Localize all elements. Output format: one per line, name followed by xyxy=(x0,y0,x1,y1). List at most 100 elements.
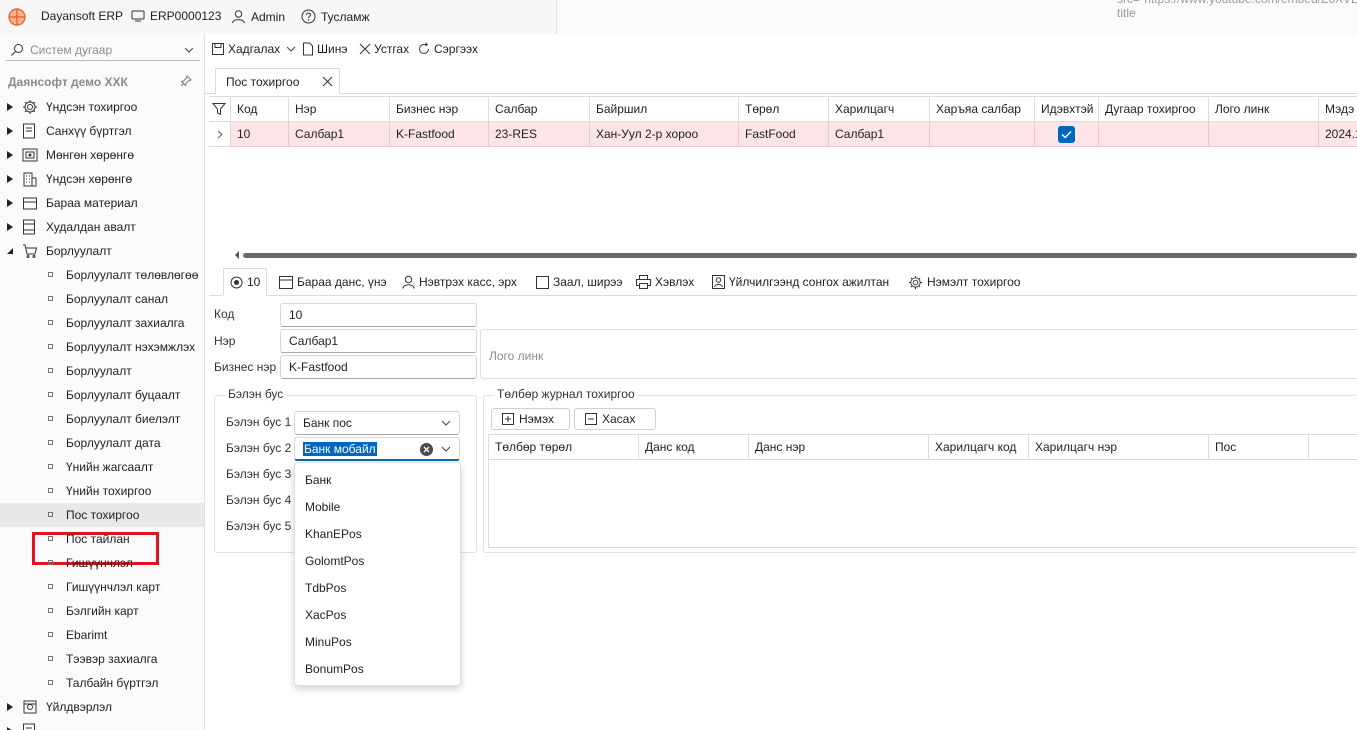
dropdown-option[interactable]: XacPos xyxy=(305,608,346,622)
column-header[interactable]: Нэр xyxy=(289,97,390,122)
dropdown-option[interactable]: TdbPos xyxy=(305,581,346,595)
expand-right-icon[interactable] xyxy=(6,103,14,111)
sidebar-subitem[interactable]: Пос тайлан xyxy=(0,527,204,551)
table-cell[interactable]: 23-RES xyxy=(489,122,590,147)
payment-column-header[interactable]: Харилцагч нэр xyxy=(1029,435,1209,460)
column-header[interactable]: Бизнес нэр xyxy=(390,97,489,122)
detail-tab[interactable]: Нэвтрэх касс, эрх xyxy=(396,268,523,296)
filter-icon[interactable] xyxy=(209,97,231,122)
expand-right-icon[interactable] xyxy=(6,223,14,231)
sidebar-item[interactable]: Үйлдвэрлэл xyxy=(0,695,204,719)
table-cell[interactable] xyxy=(1209,122,1319,147)
non-cash-select-2[interactable]: Банк мобайл xyxy=(294,437,460,461)
sidebar-subitem[interactable]: Гишүүнчлэл карт xyxy=(0,575,204,599)
payment-column-header[interactable]: Төлбөр төрөл xyxy=(489,435,639,460)
detail-tab[interactable]: Хэвлэх xyxy=(630,268,700,296)
dropdown-option[interactable]: Банк xyxy=(305,473,331,487)
sidebar-subitem[interactable]: Үнийн жагсаалт xyxy=(0,455,204,479)
remove-button[interactable]: Хасах xyxy=(574,408,656,430)
column-header[interactable]: Лого линк xyxy=(1209,97,1319,122)
sidebar-subitem[interactable]: Борлуулалт буцаалт xyxy=(0,383,204,407)
table-cell[interactable] xyxy=(1035,122,1099,147)
new-button[interactable]: Шинэ xyxy=(302,42,347,56)
sidebar-item[interactable]: Борлуулалт xyxy=(0,239,204,263)
row-indicator[interactable] xyxy=(209,122,231,147)
sidebar-item[interactable]: Үндсэн тохиргоо xyxy=(0,95,204,119)
sidebar-subitem[interactable]: Бэлгийн карт xyxy=(0,599,204,623)
sidebar-subitem[interactable]: Ebarimt xyxy=(0,623,204,647)
non-cash-select-1[interactable]: Банк пос xyxy=(294,411,460,435)
table-cell[interactable]: Салбар1 xyxy=(289,122,390,147)
close-tab-icon[interactable] xyxy=(322,76,333,87)
sidebar-subitem[interactable]: Борлуулалт xyxy=(0,359,204,383)
help-link[interactable]: Тусламж xyxy=(301,9,369,24)
table-cell[interactable]: Хан-Уул 2-р хороо xyxy=(590,122,739,147)
column-header[interactable]: Мэдэ xyxy=(1319,97,1357,122)
sidebar-subitem[interactable]: Борлуулалт санал xyxy=(0,287,204,311)
table-cell[interactable]: 10 xyxy=(231,122,289,147)
sidebar-subitem[interactable]: Үнийн тохиргоо xyxy=(0,479,204,503)
dropdown-option[interactable]: MinuPos xyxy=(305,635,352,649)
expand-right-icon[interactable] xyxy=(6,199,14,207)
sidebar-subitem[interactable]: Борлуулалт нэхэмжлэх xyxy=(0,335,204,359)
refresh-button[interactable]: Сэргээх xyxy=(417,42,478,56)
non-cash-select-2-value[interactable]: Банк мобайл xyxy=(303,441,377,456)
sidebar-item[interactable]: Санхүү бүртгэл xyxy=(0,119,204,143)
detail-tab[interactable]: 10 xyxy=(223,268,268,296)
sidebar-subitem[interactable]: Борлуулалт биелэлт xyxy=(0,407,204,431)
code-field[interactable]: 10 xyxy=(280,303,477,327)
detail-tab[interactable]: Бараа данс, үнэ xyxy=(273,268,393,296)
expand-right-icon[interactable] xyxy=(6,151,14,159)
table-cell[interactable]: 2024.1 xyxy=(1319,122,1357,147)
sidebar-subitem[interactable]: Талбайн бүртгэл xyxy=(0,671,204,695)
user-menu[interactable]: Admin xyxy=(231,9,285,24)
sidebar-subitem[interactable]: Пос тохиргоо xyxy=(0,503,204,527)
logo-link-field[interactable]: Лого линк xyxy=(480,329,1357,379)
save-button[interactable]: Хадгалах xyxy=(211,42,296,56)
detail-tab[interactable]: Заал, ширээ xyxy=(530,268,629,296)
dropdown-option[interactable]: BonumPos xyxy=(305,662,364,676)
column-header[interactable]: Харъяа салбар xyxy=(930,97,1035,122)
sidebar-subitem[interactable]: Тээвэр захиалга xyxy=(0,647,204,671)
table-cell[interactable]: Салбар1 xyxy=(829,122,930,147)
dropdown-option[interactable]: GolomtPos xyxy=(305,554,364,568)
expand-right-icon[interactable] xyxy=(6,175,14,183)
table-cell[interactable] xyxy=(930,122,1035,147)
column-header[interactable]: Код xyxy=(231,97,289,122)
table-cell[interactable] xyxy=(1099,122,1209,147)
column-header[interactable]: Төрөл xyxy=(739,97,829,122)
column-header[interactable]: Идэвхтэй xyxy=(1035,97,1099,122)
payment-column-header[interactable]: Харилцагч код xyxy=(929,435,1029,460)
system-search[interactable] xyxy=(6,39,200,61)
sidebar-subitem[interactable]: Гишүүнчлэл xyxy=(0,551,204,575)
table-cell[interactable]: FastFood xyxy=(739,122,829,147)
sidebar-item[interactable]: Бараа материал xyxy=(0,191,204,215)
expand-right-icon[interactable] xyxy=(6,703,14,711)
sidebar-item-partial[interactable] xyxy=(0,719,204,730)
detail-tab[interactable]: Нэмэлт тохиргоо xyxy=(902,268,1026,296)
payment-column-header[interactable]: Пос xyxy=(1209,435,1309,460)
sidebar-subitem[interactable]: Борлуулалт дата xyxy=(0,431,204,455)
column-header[interactable]: Дугаар тохиргоо xyxy=(1099,97,1209,122)
delete-button[interactable]: Устгах xyxy=(359,42,409,56)
business-name-field[interactable]: K-Fastfood xyxy=(280,355,477,379)
pin-icon[interactable] xyxy=(180,75,192,87)
column-header[interactable]: Салбар xyxy=(489,97,590,122)
sidebar-subitem[interactable]: Борлуулалт төлөвлөгөө xyxy=(0,263,204,287)
payment-column-header[interactable]: Данс код xyxy=(639,435,749,460)
payment-column-header[interactable]: Данс нэр xyxy=(749,435,929,460)
horizontal-scrollbar[interactable] xyxy=(231,250,1357,260)
table-cell[interactable]: K-Fastfood xyxy=(390,122,489,147)
dropdown-option[interactable]: Mobile xyxy=(305,500,340,514)
expand-right-icon[interactable] xyxy=(6,127,14,135)
dropdown-option[interactable]: KhanEPos xyxy=(305,527,362,541)
detail-tab[interactable]: Үйлчилгээнд сонгох ажилтан xyxy=(706,268,895,296)
column-header[interactable]: Байршил xyxy=(590,97,739,122)
add-button[interactable]: Нэмэх xyxy=(491,408,570,430)
search-input[interactable] xyxy=(30,42,170,57)
column-header[interactable]: Харилцагч xyxy=(829,97,930,122)
tab-pos-settings[interactable]: Пос тохиргоо xyxy=(215,68,340,95)
sidebar-item[interactable]: Үндсэн хөрөнгө xyxy=(0,167,204,191)
sidebar-item[interactable]: Мөнгөн хөрөнгө xyxy=(0,143,204,167)
sidebar-item[interactable]: Худалдан авалт xyxy=(0,215,204,239)
